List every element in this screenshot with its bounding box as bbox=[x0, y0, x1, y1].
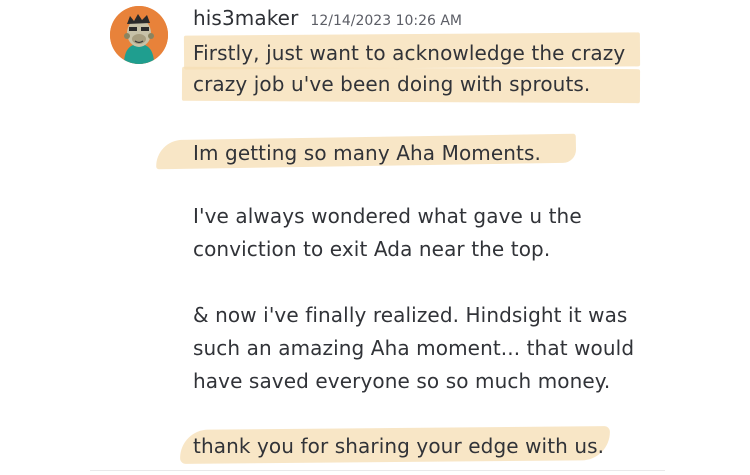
message-line: I've always wondered what gave u the bbox=[193, 204, 582, 228]
message-timestamp[interactable]: 12/14/2023 10:26 AM bbox=[310, 13, 462, 29]
username[interactable]: his3maker bbox=[193, 6, 298, 30]
message-line: have saved everyone so so much money. bbox=[193, 369, 611, 393]
message-line: such an amazing Aha moment... that would bbox=[193, 336, 635, 360]
message-line: Firstly, just want to acknowledge the cr… bbox=[193, 41, 626, 65]
message-line: conviction to exit Ada near the top. bbox=[193, 237, 551, 261]
message-line: & now i've finally realized. Hindsight i… bbox=[193, 303, 628, 327]
message-header: his3maker 12/14/2023 10:26 AM bbox=[193, 6, 462, 36]
chat-message-view: his3maker 12/14/2023 10:26 AM Firstly, j… bbox=[0, 0, 750, 475]
divider bbox=[90, 470, 665, 471]
message-line: thank you for sharing your edge with us. bbox=[193, 434, 605, 458]
message-line: crazy job u've been doing with sprouts. bbox=[193, 72, 591, 96]
user-avatar[interactable] bbox=[110, 6, 168, 64]
ape-avatar-icon bbox=[110, 6, 168, 64]
message-line: Im getting so many Aha Moments. bbox=[193, 141, 541, 165]
